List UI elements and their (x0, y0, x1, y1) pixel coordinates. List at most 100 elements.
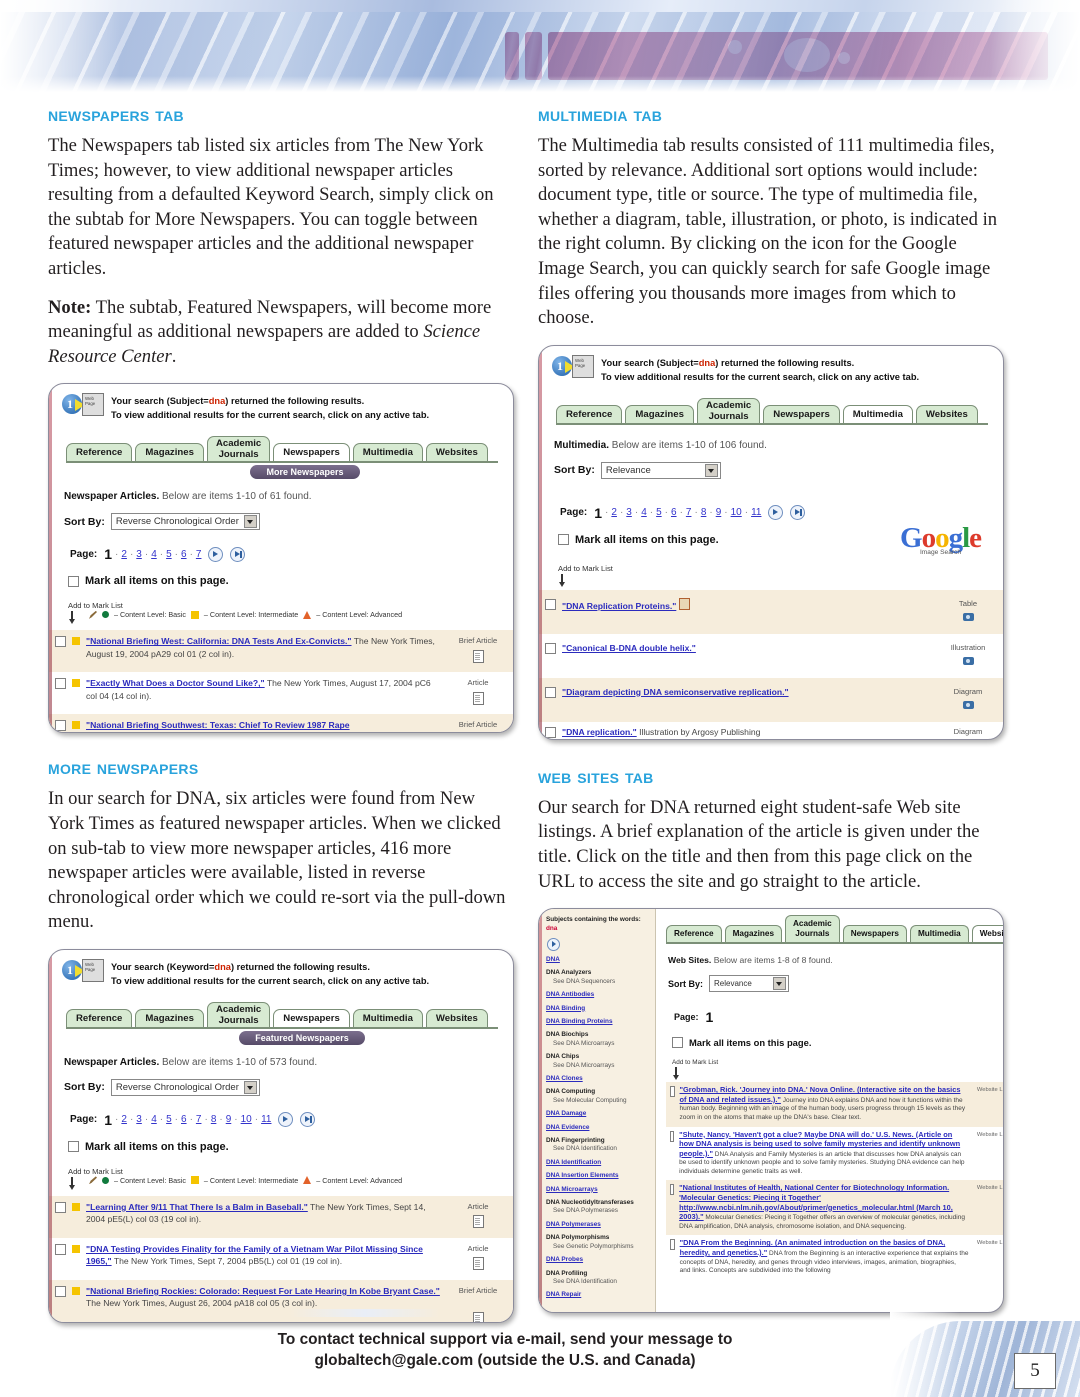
subject-link[interactable]: DNA Clones (546, 1075, 583, 1082)
row-checkbox[interactable] (545, 598, 556, 610)
sort-by-select[interactable]: Relevance (709, 975, 790, 993)
page-link-10[interactable]: 10 (731, 507, 742, 518)
row-title-link[interactable]: "National Briefing Southwest: Texas: Chi… (86, 720, 350, 730)
mark-all-checkbox[interactable] (68, 575, 79, 587)
row-checkbox[interactable] (55, 720, 66, 732)
subject-link[interactable]: DNA Binding (546, 1005, 585, 1012)
page-link-10[interactable]: 10 (241, 1114, 252, 1125)
page-link-7[interactable]: 7 (196, 549, 202, 560)
subject-link[interactable]: DNA Polymerases (546, 1221, 601, 1228)
sort-by-select[interactable]: Reverse Chronological Order (110, 513, 260, 531)
last-page-icon[interactable] (230, 546, 246, 562)
subject-see[interactable]: See DNA Identification (546, 1278, 650, 1286)
page-link-6[interactable]: 6 (181, 1114, 187, 1125)
page-link-3[interactable]: 3 (136, 549, 142, 560)
page-link-5[interactable]: 5 (166, 549, 172, 560)
subject-link[interactable]: DNA Probes (546, 1256, 583, 1263)
tab-websites[interactable]: Websites (971, 925, 1003, 943)
mark-all-checkbox[interactable] (558, 534, 569, 546)
row-title-link[interactable]: "DNA replication." (562, 727, 637, 737)
subject-see[interactable]: See DNA Microarrays (546, 1062, 650, 1070)
tab-multimedia[interactable]: Multimedia (352, 1008, 423, 1027)
row-checkbox[interactable] (670, 1239, 675, 1251)
sort-by-select[interactable]: Relevance (600, 461, 721, 479)
tab-reference[interactable]: Reference (666, 925, 722, 943)
table-row[interactable]: "National Briefing West: California: DNA… (49, 630, 513, 673)
tab-newspapers[interactable]: Newspapers (763, 404, 840, 423)
mark-all-row[interactable]: Mark all items on this page. (68, 575, 502, 587)
subject-link[interactable]: DNA Evidence (546, 1124, 589, 1131)
table-row[interactable]: "DNA From the Beginning. (An animated in… (666, 1235, 1003, 1279)
subject-see[interactable]: See DNA Sequencers (546, 978, 650, 986)
table-row[interactable]: "DNA Replication Proteins." Table (539, 589, 1003, 634)
row-checkbox[interactable] (55, 636, 66, 648)
tab-websites[interactable]: Websites (425, 1008, 488, 1027)
row-checkbox[interactable] (545, 686, 556, 698)
subtab-featured-newspapers[interactable]: Featured Newspapers (239, 1030, 365, 1045)
subject-see[interactable]: See Molecular Computing (546, 1097, 650, 1105)
tab-multimedia[interactable]: Multimedia (842, 404, 913, 423)
tab-academic-journals[interactable]: Academic Journals (206, 1001, 271, 1027)
row-checkbox[interactable] (55, 1201, 66, 1213)
page-link-3[interactable]: 3 (626, 507, 632, 518)
row-checkbox[interactable] (55, 1285, 66, 1297)
mark-all-row[interactable]: Mark all items on this page. (672, 1037, 1003, 1049)
table-row[interactable]: "Canonical B-DNA double helix." Illustra… (539, 634, 1003, 678)
row-title-link[interactable]: "DNA Replication Proteins." (562, 601, 676, 611)
tab-magazines[interactable]: Magazines (135, 443, 204, 462)
tab-magazines[interactable]: Magazines (724, 925, 783, 943)
next-page-icon[interactable] (768, 505, 784, 521)
table-row[interactable]: "DNA Testing Provides Finality for the F… (49, 1238, 513, 1280)
row-checkbox[interactable] (670, 1130, 675, 1142)
tab-reference[interactable]: Reference (66, 1008, 133, 1027)
tab-newspapers[interactable]: Newspapers (273, 443, 350, 462)
mark-all-row[interactable]: Mark all items on this page. (68, 1141, 502, 1153)
sort-by-select[interactable]: Reverse Chronological Order (110, 1078, 260, 1096)
last-page-icon[interactable] (790, 505, 806, 521)
google-image-search-logo[interactable]: Google Image Search (900, 523, 982, 557)
tab-academic-journals[interactable]: Academic Journals (696, 397, 761, 423)
table-row[interactable]: "Exactly What Does a Doctor Sound Like?,… (49, 672, 513, 714)
subject-see[interactable]: See Genetic Polymorphisms (546, 1243, 650, 1251)
row-checkbox[interactable] (670, 1086, 675, 1098)
page-link-6[interactable]: 6 (181, 549, 187, 560)
row-title-link[interactable]: "Diagram depicting DNA semiconservative … (562, 687, 789, 697)
subject-link[interactable]: DNA Binding Proteins (546, 1018, 613, 1025)
row-checkbox[interactable] (670, 1184, 675, 1196)
subject-link[interactable]: DNA (546, 956, 560, 963)
tab-websites[interactable]: Websites (915, 404, 978, 423)
subject-link[interactable]: DNA Repair (546, 1291, 581, 1298)
tab-newspapers[interactable]: Newspapers (842, 925, 907, 943)
page-link-4[interactable]: 4 (641, 507, 647, 518)
page-link-9[interactable]: 9 (226, 1114, 232, 1125)
table-row[interactable]: "Diagram depicting DNA semiconservative … (539, 677, 1003, 722)
row-checkbox[interactable] (545, 726, 556, 738)
row-title-link[interactable]: "Exactly What Does a Doctor Sound Like?,… (86, 678, 265, 688)
tab-websites[interactable]: Websites (425, 443, 488, 462)
subject-see[interactable]: See DNA Microarrays (546, 1040, 650, 1048)
subject-see[interactable]: See DNA Polymerases (546, 1207, 650, 1215)
row-checkbox[interactable] (545, 642, 556, 654)
tab-magazines[interactable]: Magazines (625, 404, 694, 423)
mark-all-checkbox[interactable] (672, 1037, 683, 1049)
tab-newspapers[interactable]: Newspapers (273, 1008, 350, 1027)
row-title-link[interactable]: "Canonical B-DNA double helix." (562, 643, 696, 653)
page-link-11[interactable]: 11 (751, 507, 761, 518)
page-link-2[interactable]: 2 (611, 507, 617, 518)
subject-link[interactable]: DNA Identification (546, 1159, 601, 1166)
row-checkbox[interactable] (55, 1243, 66, 1255)
tab-multimedia[interactable]: Multimedia (352, 443, 423, 462)
next-page-icon[interactable] (278, 1112, 294, 1128)
subject-link[interactable]: DNA Antibodies (546, 991, 594, 998)
page-link-4[interactable]: 4 (151, 549, 157, 560)
page-link-7[interactable]: 7 (686, 507, 692, 518)
table-row[interactable]: "National Institutes of Health, National… (666, 1180, 1003, 1236)
page-link-5[interactable]: 5 (166, 1114, 172, 1125)
tab-reference[interactable]: Reference (556, 404, 623, 423)
table-row[interactable]: "National Briefing Southwest: Texas: Chi… (49, 714, 513, 733)
page-link-3[interactable]: 3 (136, 1114, 142, 1125)
table-row[interactable]: "DNA replication." Illustration by Argos… (539, 722, 1003, 739)
subject-link[interactable]: DNA Insertion Elements (546, 1172, 619, 1179)
tab-magazines[interactable]: Magazines (135, 1008, 204, 1027)
subject-link[interactable]: DNA Microarrays (546, 1186, 598, 1193)
